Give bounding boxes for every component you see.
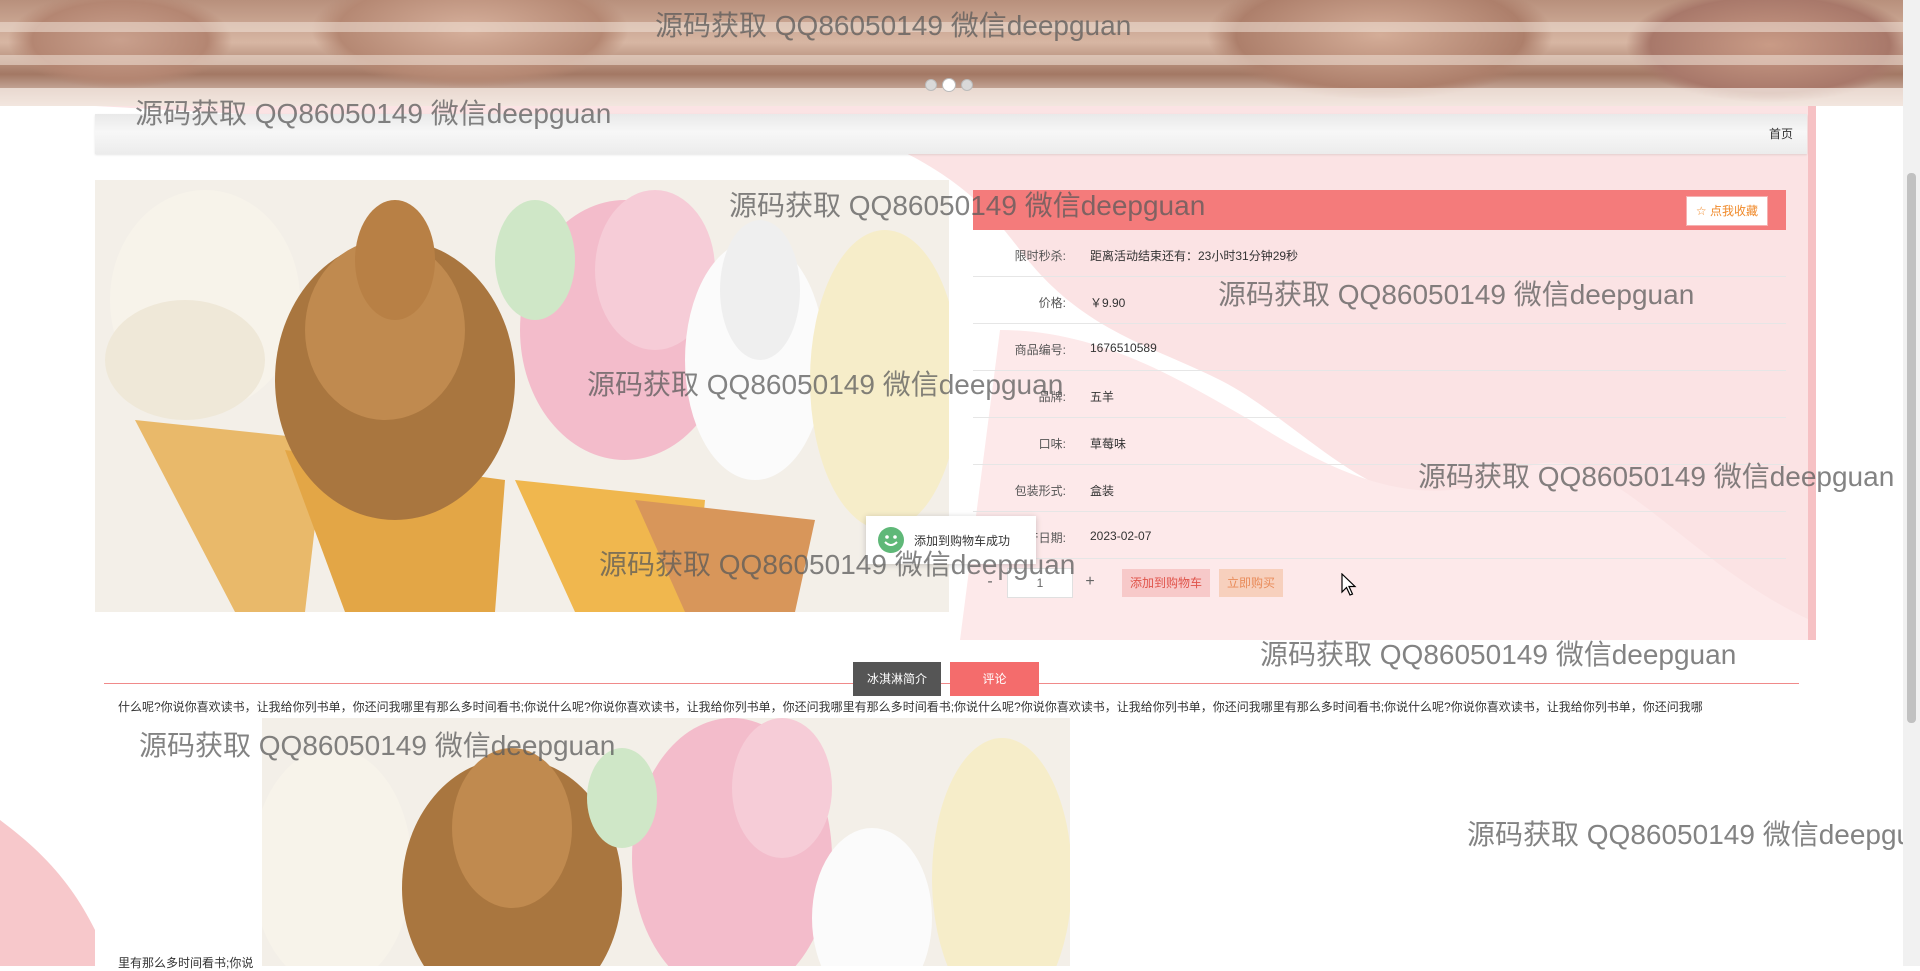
detail-value: 盒装: [1090, 484, 1115, 498]
description-text-continued: 里有那么多时间看书;你说: [118, 956, 254, 970]
carousel-dot-3[interactable]: [961, 79, 973, 91]
product-image: [95, 180, 949, 612]
detail-value: 2023-02-07: [1090, 529, 1152, 543]
quantity-stepper: - +: [973, 568, 1107, 598]
toast-text: 添加到购物车成功: [914, 533, 1011, 548]
carousel-dot-2[interactable]: [942, 78, 956, 92]
purchase-row: - + 添加到购物车 立即购买: [973, 559, 1786, 609]
detail-label: 价格:: [1038, 296, 1066, 310]
detail-label: 包装形式:: [1014, 484, 1066, 498]
description-text: 什么呢?你说你喜欢读书，让我给你列书单，你还问我哪里有那么多时间看书;你说什么呢…: [118, 700, 1703, 714]
quantity-minus-button[interactable]: -: [973, 569, 1007, 597]
quantity-input[interactable]: [1007, 568, 1073, 598]
nav-bar: 首页: [95, 114, 1807, 154]
smile-icon: [878, 527, 904, 553]
detail-value: ￥9.90: [1090, 296, 1126, 310]
detail-value: 距离活动结束还有：23小时31分钟29秒: [1090, 249, 1299, 263]
detail-label: 口味:: [1038, 437, 1066, 451]
mouse-cursor-icon: [1341, 573, 1357, 596]
detail-row-brand: 品牌: 五羊: [973, 371, 1786, 418]
toast-message: 添加到购物车成功: [866, 516, 1036, 564]
scrollbar-thumb[interactable]: [1907, 173, 1916, 723]
carousel-dots: [925, 78, 973, 92]
detail-label: 品牌:: [1038, 390, 1066, 404]
tab-comments[interactable]: 评论: [950, 662, 1040, 696]
product-info-panel: ☆ 点我收藏 限时秒杀: 距离活动结束还有：23小时31分钟29秒 价格: ￥9…: [973, 190, 1786, 609]
page-scrollbar[interactable]: [1903, 0, 1920, 966]
favorite-button[interactable]: ☆ 点我收藏: [1685, 196, 1768, 226]
carousel-dot-1[interactable]: [925, 79, 937, 91]
detail-row-packaging: 包装形式: 盒装: [973, 465, 1786, 512]
detail-value: 五羊: [1090, 390, 1115, 404]
detail-label: 限时秒杀:: [1014, 249, 1066, 263]
detail-row-flash-sale: 限时秒杀: 距离活动结束还有：23小时31分钟29秒: [973, 230, 1786, 277]
add-to-cart-button[interactable]: 添加到购物车: [1122, 569, 1211, 597]
quantity-plus-button[interactable]: +: [1073, 569, 1107, 597]
detail-label: 商品编号:: [1014, 343, 1066, 357]
top-banner: [0, 0, 1920, 106]
detail-value: 1676510589: [1090, 341, 1157, 355]
detail-row-product-id: 商品编号: 1676510589: [973, 324, 1786, 371]
nav-home-link[interactable]: 首页: [1769, 125, 1793, 142]
tab-intro[interactable]: 冰淇淋简介: [853, 662, 942, 696]
description-image: [262, 718, 1070, 966]
detail-row-production-date: 生产日期: 2023-02-07: [973, 512, 1786, 559]
detail-row-price: 价格: ￥9.90: [973, 277, 1786, 324]
detail-value: 草莓味: [1090, 437, 1127, 451]
detail-row-flavor: 口味: 草莓味: [973, 418, 1786, 465]
buy-now-button[interactable]: 立即购买: [1219, 569, 1284, 597]
info-header: ☆ 点我收藏: [973, 190, 1786, 230]
detail-tabs: 冰淇淋简介 评论: [853, 662, 1040, 696]
